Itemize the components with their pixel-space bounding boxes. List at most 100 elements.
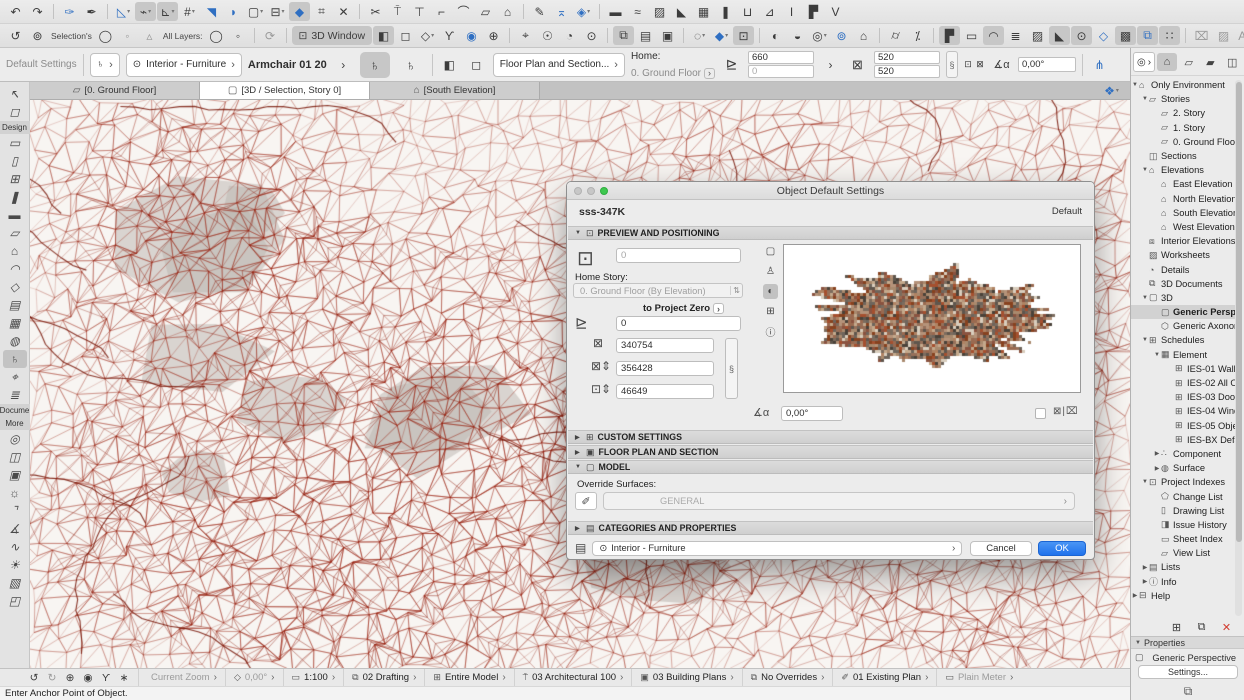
pen-set-control[interactable]: ⍑03 Architectural 100› (514, 669, 632, 686)
mesh-icon[interactable]: ▦ (693, 2, 714, 21)
tree-schedules[interactable]: ▼⊞Schedules (1131, 333, 1237, 347)
scrollbar-thumb[interactable] (1236, 82, 1242, 542)
view-map-button[interactable]: ▱ (1179, 53, 1199, 71)
redo-icon[interactable]: ↷ (27, 2, 48, 21)
tree-info[interactable]: ▶ⓘInfo (1131, 575, 1237, 589)
tree-issue-history[interactable]: ◨Issue History (1131, 518, 1237, 532)
projection-icon[interactable]: ◇ (417, 26, 438, 45)
cube-flat-icon[interactable]: ◧ (439, 55, 460, 74)
elevation-tool[interactable]: ▣ (3, 466, 27, 484)
height-field[interactable]: 520 (874, 65, 940, 78)
tab-ground-floor[interactable]: ▱[0. Ground Floor] (30, 82, 200, 99)
link-icon[interactable]: ⊚ (831, 26, 852, 45)
delete-icon[interactable]: ✕ (1216, 618, 1237, 637)
project-chooser-button[interactable]: ◎› (1133, 52, 1155, 72)
shell-tool[interactable]: ◠ (3, 260, 27, 278)
override-brush-icon[interactable]: ✐ (575, 492, 597, 510)
orbit-icon[interactable]: ∗ (116, 670, 132, 685)
tree-change-list[interactable]: ⬠Change List (1131, 489, 1237, 503)
cancel-button[interactable]: Cancel (970, 541, 1032, 556)
target-fill-icon[interactable]: ⊙ (1071, 26, 1092, 45)
tree-west-elevation[interactable]: ⌂West Elevation (Au (1131, 220, 1237, 234)
split-icon[interactable]: ✂ (365, 2, 386, 21)
width-field[interactable]: 520 (874, 51, 940, 64)
empty-fill-icon[interactable]: ▭ (961, 26, 982, 45)
spotlight-icon[interactable]: ☉ (537, 26, 558, 45)
dialog-titlebar[interactable]: Object Default Settings (567, 182, 1094, 200)
set-square-icon[interactable]: ◺ (113, 2, 134, 21)
marquee-tool[interactable]: ◻ (3, 103, 27, 121)
cube-3d-icon[interactable]: ◻ (466, 55, 487, 74)
preview-2d-icon[interactable]: ▢ (763, 244, 778, 259)
tree-1-story[interactable]: ▱1. Story (1131, 121, 1237, 135)
tree-scrollbar[interactable] (1235, 80, 1242, 616)
object-alt-button[interactable]: ♄ (396, 52, 426, 78)
tree-interior-elevations[interactable]: ⧈Interior Elevations (1131, 234, 1237, 248)
wall-tool[interactable]: ▭ (3, 134, 27, 152)
gauge-icon[interactable]: ⊙ (581, 26, 602, 45)
layer-select[interactable]: ⊙Interior - Furniture› (126, 53, 242, 77)
reload-icon[interactable]: ⟳ (260, 26, 281, 45)
trim-icon[interactable]: ⊤ (409, 2, 430, 21)
tree-component[interactable]: ▶∴Component (1131, 447, 1237, 461)
floorplan-section-button[interactable]: Floor Plan and Section...› (493, 53, 625, 77)
stretch-icon[interactable]: ⌂ (497, 2, 518, 21)
favorites-icon[interactable]: ◈ (573, 2, 594, 21)
tree-worksheets[interactable]: ▨Worksheets (1131, 248, 1237, 262)
paste-icon[interactable]: ▤ (635, 26, 656, 45)
fit-frame-icon[interactable]: ⌧ (1191, 26, 1212, 45)
arrow-tool[interactable]: ↖ (3, 85, 27, 103)
explode-icon[interactable]: ✕ (333, 2, 354, 21)
walk-mode-icon[interactable]: ϒ (439, 26, 460, 45)
dots-fill-icon[interactable]: ∷ (1159, 26, 1180, 45)
selection-drop-icon[interactable]: ◦ (117, 26, 138, 45)
z-position-field[interactable]: 46649 (616, 384, 714, 399)
figure-tool[interactable]: ▧ (3, 574, 27, 592)
undo-icon[interactable]: ↶ (5, 2, 26, 21)
elevation-chevron[interactable]: › (820, 55, 841, 74)
scale-control[interactable]: ▭1:100› (283, 669, 344, 686)
tree-lists[interactable]: ▶▤Lists (1131, 560, 1237, 574)
column-icon[interactable]: ❚ (715, 2, 736, 21)
editing-plane-icon[interactable]: ◗ (223, 2, 244, 21)
selection-grid-icon[interactable]: ◌ (689, 26, 710, 45)
elevation-top-field[interactable]: 660 (748, 51, 814, 64)
tree-only-environment[interactable]: ▼⌂Only Environment (1131, 78, 1237, 92)
section-floorplan[interactable]: ▶▣FLOOR PLAN AND SECTION (568, 445, 1093, 459)
suspend-groups-icon[interactable]: ⊟ (267, 2, 288, 21)
diamond-icon[interactable]: ◇ (1093, 26, 1114, 45)
ok-button[interactable]: OK (1038, 541, 1086, 556)
to-project-zero-control[interactable]: to Project Zero› (643, 303, 724, 314)
home-view-icon[interactable]: ⌂ (853, 26, 874, 45)
layers-oval-icon[interactable]: ◯ (206, 26, 227, 45)
home-story-select[interactable]: 0. Ground Floor (By Elevation)⇅ (573, 283, 743, 298)
layer-combination-control[interactable]: ⧉02 Drafting› (343, 669, 424, 686)
tree-south-elevation[interactable]: ⌂South Elevation (A (1131, 206, 1237, 220)
wall-icon[interactable]: ▬ (605, 2, 626, 21)
tree-ies-01[interactable]: ⊞IES-01 Wall Sch (1131, 362, 1237, 376)
snap-guides-icon[interactable]: ⊾ (157, 2, 178, 21)
hotlink-icon[interactable]: ⌅ (551, 2, 572, 21)
transfer-settings-icon[interactable]: ◆ (711, 26, 732, 45)
frame-icon[interactable]: ⊡ (733, 26, 754, 45)
tree-ies-02[interactable]: ⊞IES-02 All Oper (1131, 376, 1237, 390)
layers-drop-icon[interactable]: ◦ (228, 26, 249, 45)
walk-icon[interactable]: ϒ (98, 670, 114, 685)
profile-icon[interactable]: ⊔ (737, 2, 758, 21)
tree-generic-axonometry[interactable]: ⬡Generic Axonomet (1131, 319, 1237, 333)
percent-icon[interactable]: ⁒ (907, 26, 928, 45)
guide-lines-icon[interactable]: ⌁ (135, 2, 156, 21)
find-select-icon[interactable]: ⌖ (515, 26, 536, 45)
copy-icon[interactable]: ⧉ (613, 26, 634, 45)
angle-dimension-tool[interactable]: ∡ (3, 520, 27, 538)
orientation-control[interactable]: ◇0,00°› (225, 669, 283, 686)
section-tool[interactable]: ◫ (3, 448, 27, 466)
home-story-control[interactable]: 0. Ground Floor› (631, 68, 715, 79)
model-view-control[interactable]: ▣03 Building Plans› (631, 669, 741, 686)
tree-2-story[interactable]: ▱2. Story (1131, 106, 1237, 120)
inject-parameters-icon[interactable]: ✒ (81, 2, 102, 21)
tree-drawing-list[interactable]: ▯Drawing List (1131, 504, 1237, 518)
window-tool[interactable]: ⊞ (3, 170, 27, 188)
tree-elevations[interactable]: ▼⌂Elevations (1131, 163, 1237, 177)
tree-3d[interactable]: ▼▢3D (1131, 291, 1237, 305)
